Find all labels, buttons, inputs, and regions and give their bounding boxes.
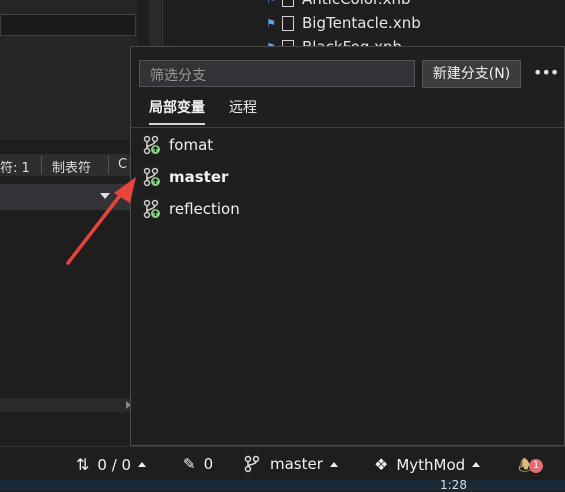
editor-status-strip: 符: 1 制表符 C xyxy=(0,154,135,176)
branch-picker-popup: 筛选分支 新建分支(N) ••• 局部变量 远程 fomat master re… xyxy=(130,46,565,446)
branch-selector[interactable]: master xyxy=(244,455,338,473)
pending-changes[interactable]: ✎ 0 xyxy=(183,455,213,473)
new-branch-button[interactable]: 新建分支(N) xyxy=(422,60,521,88)
git-repo-icon: ❖ xyxy=(374,455,389,474)
taskbar: 1:28 xyxy=(0,478,565,492)
char-position: 符: 1 xyxy=(0,161,30,176)
file-icon xyxy=(282,0,294,7)
lock-icon: ⚑ xyxy=(266,0,276,6)
file-item[interactable]: ⚑ BigTentacle.xnb xyxy=(266,12,421,34)
file-icon xyxy=(282,15,294,31)
pencil-icon: ✎ xyxy=(183,455,196,473)
caret-up-icon xyxy=(138,462,147,467)
git-branch-icon xyxy=(143,135,160,155)
branch-filter-input[interactable]: 筛选分支 xyxy=(139,60,415,87)
horizontal-scrollbar[interactable] xyxy=(0,398,135,412)
caret-up-icon xyxy=(329,461,338,467)
status-bar: ⇅ 0 / 0 ✎ 0 master ❖ MythMod 🕭 1 xyxy=(0,446,565,481)
git-branch-icon xyxy=(244,455,260,473)
git-branch-icon xyxy=(143,199,160,219)
tab-divider xyxy=(131,127,564,128)
file-tree: ⚑ AnticColor.xnb ⚑ BigTentacle.xnb ⚑ Bla… xyxy=(170,0,565,56)
repository-selector[interactable]: ❖ MythMod xyxy=(374,455,481,474)
sync-arrows-icon: ⇅ xyxy=(76,455,90,474)
branch-item-master[interactable]: master xyxy=(143,165,228,189)
annotation-arrow xyxy=(66,177,136,265)
tab-local[interactable]: 局部变量 xyxy=(149,97,205,125)
sync-status[interactable]: ⇅ 0 / 0 xyxy=(76,455,147,474)
tab-remote[interactable]: 远程 xyxy=(229,97,257,123)
more-options-icon[interactable]: ••• xyxy=(533,63,559,83)
lock-icon: ⚑ xyxy=(266,16,276,30)
caret-up-icon xyxy=(472,462,481,467)
branch-item-reflection[interactable]: reflection xyxy=(143,197,240,221)
file-item[interactable]: ⚑ AnticColor.xnb xyxy=(266,0,411,10)
git-branch-icon xyxy=(143,167,160,187)
branch-item-fomat[interactable]: fomat xyxy=(143,133,213,157)
tab-mode[interactable]: 制表符 xyxy=(52,157,91,176)
notification-badge: 1 xyxy=(529,459,543,473)
left-search-input[interactable] xyxy=(0,14,136,36)
encoding[interactable]: C xyxy=(118,157,127,172)
clock: 1:28 xyxy=(440,478,467,492)
